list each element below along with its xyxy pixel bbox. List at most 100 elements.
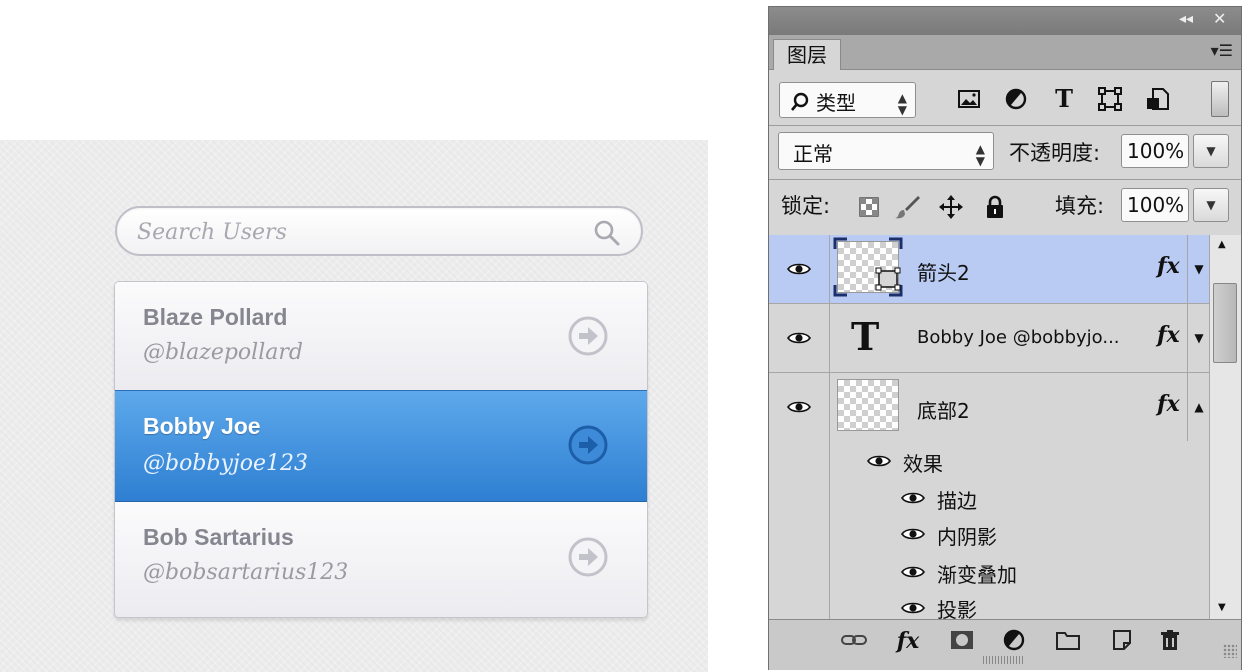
shape-layer-marker-icon: [833, 237, 903, 297]
search-box[interactable]: [115, 206, 643, 256]
layer-name[interactable]: 箭头2: [917, 257, 970, 286]
user-row-blaze-pollard[interactable]: Blaze Pollard @blazepollard: [115, 282, 647, 390]
filter-row: 类型 ▲ ▼ T: [769, 69, 1241, 125]
search-icon[interactable]: [593, 219, 621, 247]
fill-label: 填充:: [1055, 194, 1105, 218]
resize-grip[interactable]: [983, 656, 1023, 664]
panel-bottom-toolbar: fx: [769, 619, 1241, 670]
layer-column-divider: [829, 442, 830, 619]
user-row-bob-sartarius[interactable]: Bob Sartarius @bobsartarius123: [115, 502, 647, 617]
opacity-value: 100%: [1127, 139, 1185, 163]
arrow-right-circle-icon[interactable]: [567, 315, 609, 357]
image-filter-icon[interactable]: [954, 84, 984, 114]
panel-menu-icon[interactable]: ▾☰: [1211, 41, 1233, 60]
layer-fx-toggle[interactable]: ▲: [1187, 373, 1209, 441]
layer-fx-toggle[interactable]: ▼: [1187, 235, 1209, 303]
close-icon[interactable]: ✕: [1213, 9, 1226, 28]
panel-tabbar: 图层 ▾☰: [769, 35, 1241, 70]
adjustment-icon[interactable]: [999, 628, 1029, 652]
lock-row: 锁定: 填充: 100% ▼: [769, 179, 1241, 235]
effects-header[interactable]: 效果: [903, 448, 943, 477]
text-layer-icon: T: [851, 314, 880, 359]
layer-fx-badge[interactable]: fx: [1157, 253, 1180, 279]
delete-icon[interactable]: [1155, 628, 1185, 652]
eye-icon[interactable]: [901, 491, 925, 505]
effect-item[interactable]: 内阴影: [937, 521, 997, 550]
eye-icon[interactable]: [867, 454, 891, 468]
layer-thumbnail[interactable]: [837, 379, 899, 431]
arrow-right-circle-icon[interactable]: [567, 424, 609, 466]
layers-list: 箭头2 fx ▼ T Bobby Joe @bobbyjo... fx ▼ 底部…: [769, 235, 1209, 619]
new-layer-icon[interactable]: [1107, 628, 1137, 652]
layer-fx-badge[interactable]: fx: [1157, 322, 1180, 348]
lock-label: 锁定:: [781, 194, 831, 218]
eye-icon[interactable]: [787, 400, 811, 414]
eye-icon[interactable]: [901, 601, 925, 615]
layers-scrollbar[interactable]: ▲ ▼: [1209, 235, 1241, 619]
mask-icon[interactable]: [947, 628, 977, 652]
opacity-label: 不透明度:: [1009, 141, 1101, 165]
adjustment-filter-icon[interactable]: [1001, 84, 1031, 114]
effect-item[interactable]: 投影: [937, 594, 977, 619]
layer-row-arrow[interactable]: 箭头2 fx ▼: [769, 235, 1209, 304]
layer-row-text[interactable]: T Bobby Joe @bobbyjo... fx ▼: [769, 304, 1209, 373]
user-name: Bobby Joe: [143, 413, 261, 439]
fill-field[interactable]: 100%: [1121, 188, 1189, 222]
filter-toggle[interactable]: [1211, 81, 1229, 117]
layer-name[interactable]: 底部2: [917, 395, 970, 424]
effect-item[interactable]: 渐变叠加: [937, 559, 1017, 588]
search-icon: [791, 92, 809, 111]
eye-icon[interactable]: [787, 331, 811, 345]
layer-row-bottom[interactable]: 底部2 fx ▲: [769, 373, 1209, 442]
layer-column-divider: [829, 235, 830, 304]
blend-mode-select[interactable]: 正常 ▲ ▼: [778, 132, 994, 170]
scroll-up-icon[interactable]: ▲: [1218, 239, 1226, 250]
filter-type-value: 类型: [816, 91, 856, 115]
lock-pixels-icon[interactable]: [893, 193, 921, 221]
shape-filter-icon[interactable]: [1095, 84, 1125, 114]
filter-type-select[interactable]: 类型 ▲ ▼: [779, 82, 916, 118]
link-layers-icon[interactable]: [839, 628, 869, 652]
smart-object-filter-icon[interactable]: [1143, 84, 1173, 114]
layer-column-divider: [829, 304, 830, 373]
layer-fx-toggle[interactable]: ▼: [1187, 304, 1209, 372]
blend-mode-value: 正常: [793, 142, 833, 166]
opacity-dropdown-button[interactable]: ▼: [1193, 134, 1229, 168]
layer-fx-badge[interactable]: fx: [1157, 391, 1180, 417]
user-handle: @bobbyjoe123: [143, 451, 308, 476]
blend-row: 正常 ▲ ▼ 不透明度: 100% ▼: [769, 125, 1241, 179]
layers-panel: ◂◂ ✕ 图层 ▾☰ 类型 ▲ ▼ T 正常 ▲ ▼ 不透明度: 100% ▼ …: [768, 6, 1242, 670]
layer-column-divider: [829, 373, 830, 442]
user-list: Blaze Pollard @blazepollard Bobby Joe @b…: [114, 281, 648, 618]
layer-name[interactable]: Bobby Joe @bobbyjo...: [917, 327, 1120, 348]
user-row-bobby-joe[interactable]: Bobby Joe @bobbyjoe123: [115, 390, 647, 502]
fx-icon[interactable]: fx: [893, 628, 923, 654]
search-input[interactable]: [137, 217, 577, 247]
tab-layers[interactable]: 图层: [773, 39, 841, 70]
eye-icon[interactable]: [787, 262, 811, 276]
panel-titlebar[interactable]: ◂◂ ✕: [769, 7, 1241, 35]
spinner-icon: ▲ ▼: [897, 91, 907, 117]
ui-mockup: Blaze Pollard @blazepollard Bobby Joe @b…: [0, 140, 708, 672]
user-handle: @bobsartarius123: [143, 560, 349, 585]
effect-item[interactable]: 描边: [937, 485, 977, 514]
user-name: Blaze Pollard: [143, 304, 288, 330]
user-name: Bob Sartarius: [143, 524, 294, 550]
eye-icon[interactable]: [901, 527, 925, 541]
scroll-thumb[interactable]: [1213, 283, 1237, 363]
opacity-field[interactable]: 100%: [1121, 134, 1189, 168]
scroll-down-icon[interactable]: ▼: [1218, 602, 1226, 613]
lock-all-icon[interactable]: [981, 193, 1009, 221]
lock-position-icon[interactable]: [937, 193, 965, 221]
group-folder-icon[interactable]: [1053, 628, 1083, 652]
arrow-right-circle-icon[interactable]: [567, 536, 609, 578]
fill-value: 100%: [1127, 193, 1185, 217]
spinner-icon: ▲ ▼: [975, 142, 985, 168]
type-filter-icon[interactable]: T: [1049, 84, 1079, 114]
eye-icon[interactable]: [901, 565, 925, 579]
collapse-icon[interactable]: ◂◂: [1179, 11, 1193, 27]
lock-transparent-icon[interactable]: [855, 193, 883, 221]
fill-dropdown-button[interactable]: ▼: [1193, 188, 1229, 222]
user-handle: @blazepollard: [143, 340, 303, 365]
corner-resize-grip[interactable]: [1223, 644, 1237, 658]
